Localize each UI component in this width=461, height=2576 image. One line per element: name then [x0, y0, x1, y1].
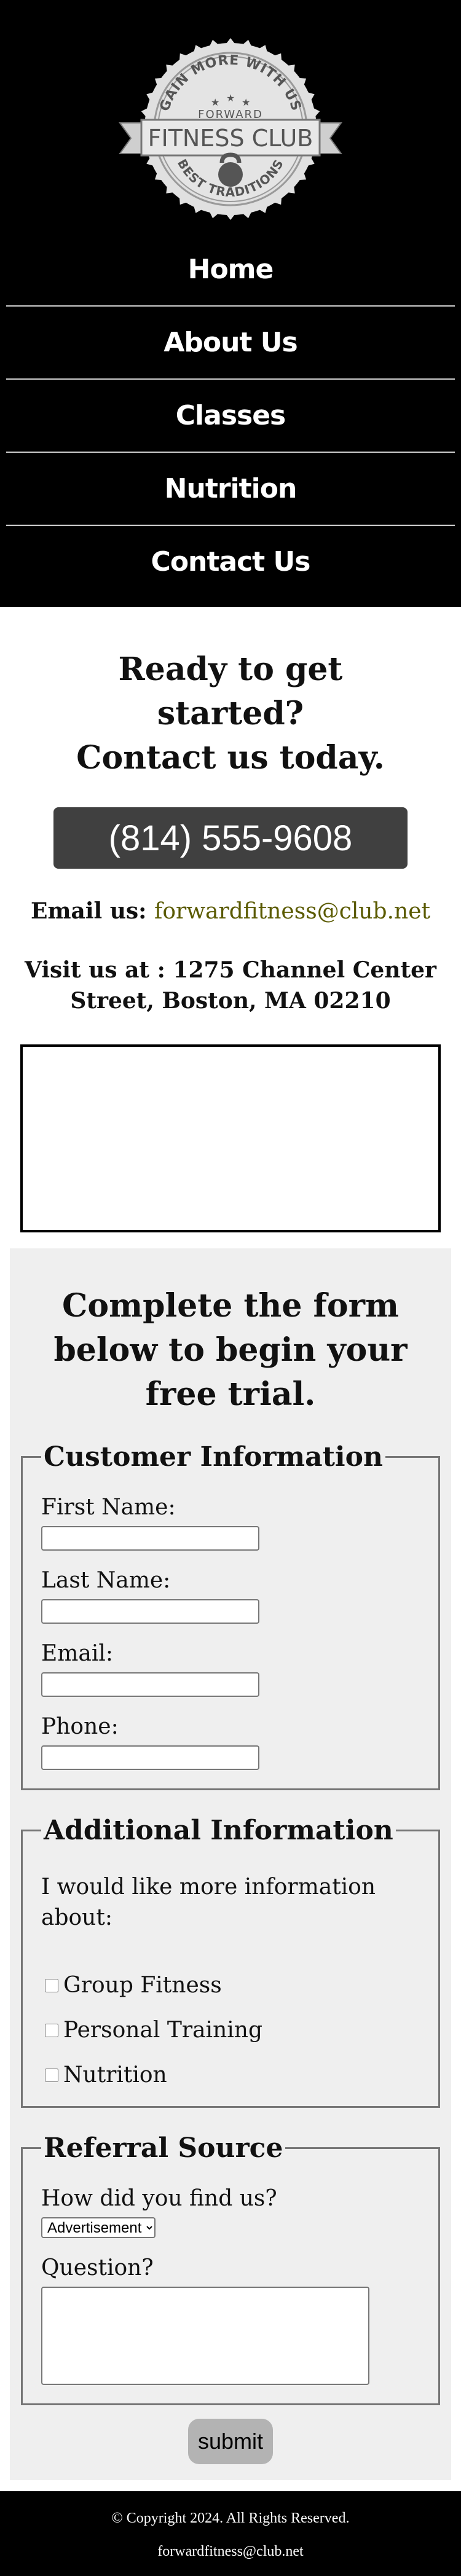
customer-information-fieldset: Customer Information First Name: Last Na… [21, 1441, 440, 1790]
first-name-label: First Name: [41, 1495, 176, 1520]
first-name-field[interactable] [41, 1526, 259, 1551]
question-label: Question? [41, 2255, 154, 2280]
referral-source-legend: Referral Source [44, 2132, 283, 2164]
checkbox-row-personal-training: Personal Training [41, 2018, 420, 2043]
group-fitness-label: Group Fitness [63, 1973, 222, 1998]
address-text: Visit us at : 1275 Channel Center Street… [25, 957, 436, 1014]
star-icon: ★ [226, 92, 235, 104]
star-icon: ★ [211, 96, 219, 108]
email-field[interactable] [41, 1672, 259, 1697]
phone-label: Phone: [41, 1714, 119, 1739]
site-header: GAIN MORE WITH US ★ ★ ★ FORWARD FITNESS … [0, 0, 461, 607]
fitness-club-logo[interactable]: GAIN MORE WITH US ★ ★ ★ FORWARD FITNESS … [108, 37, 353, 221]
submit-button[interactable]: submit [188, 2419, 273, 2464]
free-trial-form-section: Complete the form below to begin your fr… [10, 1248, 451, 2480]
referral-source-fieldset: Referral Source How did you find us? Adv… [21, 2132, 440, 2405]
customer-information-legend: Customer Information [44, 1441, 383, 1473]
last-name-label: Last Name: [41, 1568, 171, 1593]
phone-field[interactable] [41, 1745, 259, 1770]
nav-item-classes[interactable]: Classes [0, 380, 461, 452]
email-label: Email us: [31, 898, 147, 924]
personal-training-label: Personal Training [63, 2018, 262, 2043]
personal-training-checkbox[interactable] [45, 2023, 58, 2037]
contact-heading: Ready to get started? Contact us today. [40, 648, 421, 780]
last-name-field[interactable] [41, 1599, 259, 1624]
phone-call-button[interactable]: (814) 555-9608 [53, 807, 408, 869]
nav-item-home[interactable]: Home [0, 233, 461, 305]
copyright-text: © Copyright 2024. All Rights Reserved. [111, 2510, 350, 2526]
nutrition-checkbox[interactable] [45, 2068, 58, 2082]
email-label: Email: [41, 1641, 114, 1666]
nav-item-about-us[interactable]: About Us [0, 307, 461, 378]
email-line: Email us: forwardfitness@club.net [0, 898, 461, 924]
group-fitness-checkbox[interactable] [45, 1978, 58, 1992]
info-prompt: I would like more information about: [41, 1874, 376, 1930]
star-icon: ★ [242, 96, 250, 108]
additional-information-fieldset: Additional Information I would like more… [21, 1815, 440, 2108]
contact-heading-line-1: Ready to get started? [118, 651, 343, 732]
referral-select[interactable]: Advertisement [41, 2217, 156, 2238]
main-nav: Home About Us Classes Nutrition Contact … [0, 233, 461, 598]
nutrition-label: Nutrition [63, 2062, 167, 2088]
checkbox-row-group-fitness: Group Fitness [41, 1973, 420, 1998]
contact-heading-line-2: Contact us today. [76, 739, 385, 777]
site-footer: © Copyright 2024. All Rights Reserved. f… [0, 2491, 461, 2576]
additional-information-legend: Additional Information [44, 1815, 393, 1846]
nav-item-nutrition[interactable]: Nutrition [0, 453, 461, 525]
map-embed[interactable] [20, 1044, 441, 1232]
form-heading: Complete the form below to begin your fr… [53, 1287, 408, 1413]
checkbox-row-nutrition: Nutrition [41, 2062, 420, 2088]
email-link[interactable]: forwardfitness@club.net [154, 899, 430, 924]
question-textarea[interactable] [41, 2287, 369, 2385]
nav-item-contact-us[interactable]: Contact Us [0, 526, 461, 598]
submit-wrap: submit [10, 2419, 451, 2464]
footer-email[interactable]: forwardfitness@club.net [0, 2543, 461, 2560]
contact-section: Ready to get started? Contact us today. … [0, 607, 461, 1232]
referral-question-label: How did you find us? [41, 2186, 277, 2211]
logo-name: FITNESS CLUB [148, 125, 313, 152]
